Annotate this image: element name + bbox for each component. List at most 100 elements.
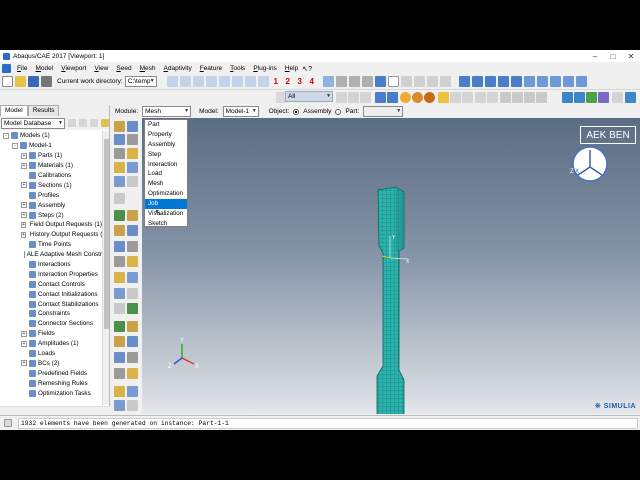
toolbox-tool-icon[interactable]: [127, 321, 138, 332]
undo-icon[interactable]: [450, 92, 461, 103]
toolbox-tool-icon[interactable]: [127, 368, 138, 379]
menu-help[interactable]: Help: [281, 65, 302, 72]
module-option[interactable]: Assembly: [145, 140, 187, 150]
datum-point-icon[interactable]: [335, 76, 347, 87]
front-view-icon[interactable]: [536, 76, 548, 87]
tree-node[interactable]: Connector Sections: [0, 319, 102, 329]
select-poly-icon[interactable]: [360, 92, 371, 103]
module-option[interactable]: Optimization: [145, 189, 187, 199]
toolbox-tool-icon[interactable]: [127, 176, 138, 187]
instance-display-2-icon[interactable]: [512, 92, 523, 103]
toolbox-tool-icon[interactable]: [114, 368, 125, 379]
toolbox-tool-icon[interactable]: [114, 303, 125, 314]
mesh-display-3-icon[interactable]: [586, 92, 597, 103]
toolbox-tool-icon[interactable]: [114, 400, 125, 411]
tree-node[interactable]: + Fields: [0, 329, 102, 339]
expand-toggle-icon[interactable]: +: [21, 231, 26, 238]
top-view-icon[interactable]: [549, 76, 561, 87]
zoom-in-icon[interactable]: [484, 76, 496, 87]
tree-expand-icon[interactable]: [79, 119, 87, 127]
maximize-icon[interactable]: □: [604, 50, 622, 62]
toolbox-tool-icon[interactable]: [114, 162, 125, 173]
toolbox-tool-icon[interactable]: [114, 241, 125, 252]
table-icon[interactable]: [413, 76, 425, 87]
mesh-display-5-icon[interactable]: [612, 92, 623, 103]
toolbox-tool-icon[interactable]: [127, 241, 138, 252]
tree-node[interactable]: + Parts (1): [0, 151, 102, 161]
datum-axis-icon[interactable]: [348, 76, 360, 87]
toolbox-tool-icon[interactable]: [114, 256, 125, 267]
menu-mesh[interactable]: Mesh: [136, 65, 160, 72]
expand-toggle-icon[interactable]: -: [3, 132, 9, 139]
menu-feature[interactable]: Feature: [196, 65, 226, 72]
pan-icon[interactable]: [166, 76, 178, 87]
expand-toggle-icon[interactable]: +: [21, 360, 27, 367]
tree-node[interactable]: - Models (1): [0, 131, 102, 141]
move-icon[interactable]: [458, 76, 470, 87]
viewport-4-button[interactable]: 4: [307, 77, 317, 86]
toolbox-tool-icon[interactable]: [114, 148, 125, 159]
save-icon[interactable]: [28, 76, 39, 87]
tree-node[interactable]: Optimization Tasks: [0, 388, 102, 398]
mesh-specimen[interactable]: [376, 186, 405, 414]
zoom-out-icon[interactable]: [497, 76, 509, 87]
expand-toggle-icon[interactable]: +: [21, 212, 27, 219]
select-box-icon[interactable]: [336, 92, 347, 103]
tree-node[interactable]: + History Output Requests (1): [0, 230, 102, 240]
tree-node[interactable]: Interaction Properties: [0, 269, 102, 279]
expand-toggle-icon[interactable]: +: [21, 330, 27, 337]
shade-icon[interactable]: [387, 92, 398, 103]
tree-node[interactable]: + Sections (1): [0, 180, 102, 190]
minimize-icon[interactable]: –: [586, 50, 604, 62]
module-select[interactable]: Mesh ▼: [142, 106, 192, 117]
iso-view-icon[interactable]: [523, 76, 535, 87]
color-icon[interactable]: [400, 92, 411, 103]
arrow-icon[interactable]: [400, 76, 412, 87]
render-icon[interactable]: [439, 76, 451, 87]
close-icon[interactable]: ✕: [622, 50, 640, 62]
menu-seed[interactable]: Seed: [112, 65, 135, 72]
module-option[interactable]: Job: [145, 199, 187, 210]
toolbox-tool-icon[interactable]: [127, 225, 138, 236]
tree-node[interactable]: - Model-1: [0, 141, 102, 151]
toolbox-tool-icon[interactable]: [114, 336, 125, 347]
tree-filter-icon[interactable]: [68, 119, 76, 127]
toolbox-tool-icon[interactable]: [114, 288, 125, 299]
tree-options-icon[interactable]: [101, 119, 109, 127]
mesh-display-icon[interactable]: [562, 92, 573, 103]
mesh-display-2-icon[interactable]: [574, 92, 585, 103]
replace-icon[interactable]: [475, 92, 486, 103]
tree-node[interactable]: Predefined Fields: [0, 368, 102, 378]
toolbox-tool-icon[interactable]: [114, 386, 125, 397]
group-icon[interactable]: [487, 92, 498, 103]
rotate-icon[interactable]: [179, 76, 191, 87]
views-icon[interactable]: [257, 76, 269, 87]
view-cube[interactable]: Z X: [570, 146, 608, 182]
menu-adaptivity[interactable]: Adaptivity: [160, 65, 196, 72]
magnify-icon[interactable]: [244, 76, 256, 87]
wireframe-icon[interactable]: [575, 76, 587, 87]
model-database-select[interactable]: Model Database ▼: [1, 117, 65, 129]
viewport[interactable]: AEK BEN X Y Z X X Y Z ❊ SIMULIA: [142, 118, 640, 414]
module-option[interactable]: Sketch: [145, 219, 187, 229]
datum-plane-icon[interactable]: [361, 76, 373, 87]
toolbox-tool-icon[interactable]: [127, 148, 138, 159]
annotation-icon[interactable]: [387, 76, 399, 87]
new-icon[interactable]: [2, 76, 13, 87]
rotate-view-icon[interactable]: [471, 76, 483, 87]
toolbox-tool-icon[interactable]: [127, 210, 138, 221]
tree-node[interactable]: + Materials (1): [0, 161, 102, 171]
toolbox-tool-icon[interactable]: [114, 134, 125, 145]
line-icon[interactable]: [374, 76, 386, 87]
scrollbar-thumb[interactable]: [104, 139, 109, 329]
toolbox-tool-icon[interactable]: [127, 256, 138, 267]
tree-node[interactable]: + BCs (2): [0, 358, 102, 368]
module-option[interactable]: Mesh: [145, 179, 187, 189]
instance-display-3-icon[interactable]: [524, 92, 535, 103]
mesh-display-6-icon[interactable]: [625, 92, 636, 103]
tab-results[interactable]: Results: [27, 105, 60, 116]
toolbox-tool-icon[interactable]: [127, 352, 138, 363]
selection-filter-select[interactable]: All ▼: [285, 91, 333, 102]
tree-node[interactable]: Contact Controls: [0, 279, 102, 289]
expand-toggle-icon[interactable]: +: [21, 152, 27, 159]
